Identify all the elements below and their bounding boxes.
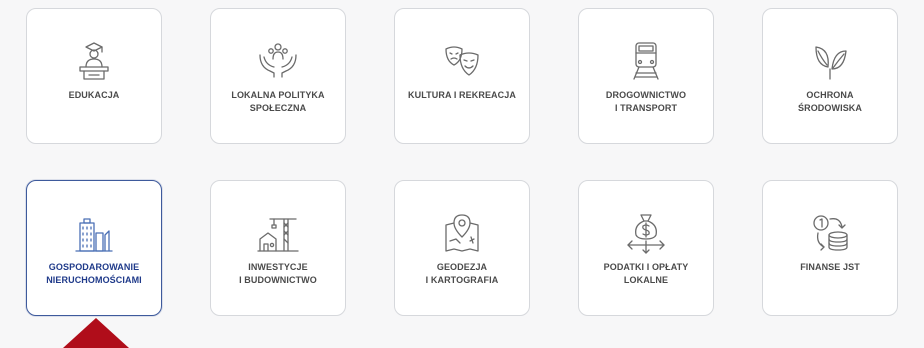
tile-label: INWESTYCJE I BUDOWNICTWO — [239, 262, 317, 285]
tile-drogownictwo-i-transport[interactable]: DROGOWNICTWO I TRANSPORT — [578, 8, 714, 144]
tile-podatki-i-oplaty-lokalne[interactable]: PODATKI I OPŁATY LOKALNE — [578, 180, 714, 316]
tile-label: KULTURA I REKREACJA — [408, 90, 516, 100]
tile-edukacja[interactable]: EDUKACJA — [26, 8, 162, 144]
tile-label: DROGOWNICTWO I TRANSPORT — [605, 90, 687, 113]
tile-label: GEODEZJA I KARTOGRAFIA — [425, 262, 499, 285]
tile-label: LOKALNA POLITYKA SPOŁECZNA — [231, 90, 325, 113]
coins-stack-icon — [808, 211, 852, 255]
buildings-icon — [72, 211, 116, 255]
tile-finanse-jst[interactable]: FINANSE JST — [762, 180, 898, 316]
tile-label: OCHRONA ŚRODOWISKA — [798, 90, 862, 113]
money-bag-arrows-icon — [624, 211, 668, 255]
crane-construction-icon — [256, 211, 300, 255]
theater-masks-icon — [440, 39, 484, 83]
tile-ochrona-srodowiska[interactable]: OCHRONA ŚRODOWISKA — [762, 8, 898, 144]
map-pin-icon — [440, 211, 484, 255]
tile-label: FINANSE JST — [800, 262, 860, 272]
leaves-icon — [808, 39, 852, 83]
category-grid: EDUKACJA LOKALNA POLITYKA SPOŁECZNA KULT… — [26, 8, 898, 316]
tile-gospodarowanie-nieruchomosciami[interactable]: GOSPODAROWANIE NIERUCHOMOŚCIAMI — [26, 180, 162, 316]
tile-label: PODATKI I OPŁATY LOKALNE — [603, 262, 689, 285]
tile-lokalna-polityka-spoleczna[interactable]: LOKALNA POLITYKA SPOŁECZNA — [210, 8, 346, 144]
teacher-podium-icon — [72, 39, 116, 83]
tile-inwestycje-i-budownictwo[interactable]: INWESTYCJE I BUDOWNICTWO — [210, 180, 346, 316]
train-icon — [624, 39, 668, 83]
tile-label: EDUKACJA — [68, 90, 120, 100]
hands-family-icon — [256, 39, 300, 83]
tile-geodezja-i-kartografia[interactable]: GEODEZJA I KARTOGRAFIA — [394, 180, 530, 316]
tile-label: GOSPODAROWANIE NIERUCHOMOŚCIAMI — [46, 262, 142, 285]
tile-kultura-i-rekreacja[interactable]: KULTURA I REKREACJA — [394, 8, 530, 144]
